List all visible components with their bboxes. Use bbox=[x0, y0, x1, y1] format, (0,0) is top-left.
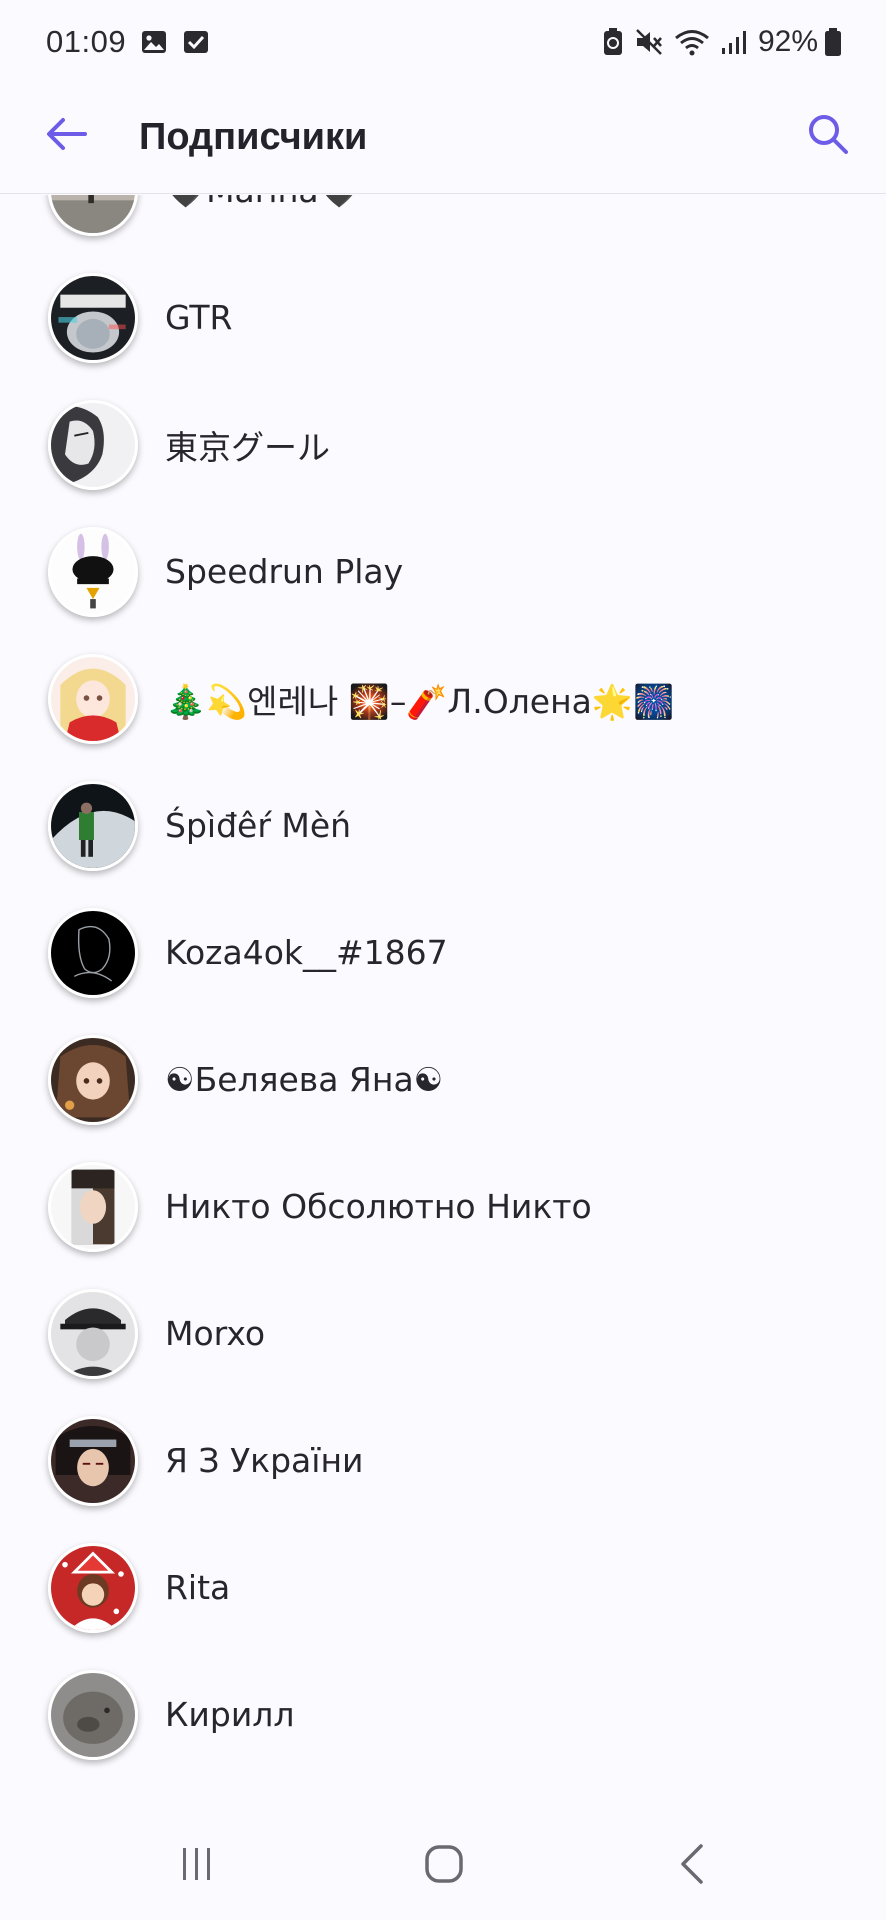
checkbox-icon bbox=[182, 28, 210, 56]
list-item[interactable]: ☯Беляева Яна☯ bbox=[0, 1016, 886, 1143]
subscriber-name: Кирилл bbox=[165, 1695, 295, 1734]
list-item[interactable]: Я З України bbox=[0, 1397, 886, 1524]
battery-icon bbox=[824, 27, 842, 57]
list-item[interactable]: 🎄💫엔레나 🎇–🧨Л.Олена🌟🎆 bbox=[0, 635, 886, 762]
recents-icon bbox=[183, 1848, 210, 1880]
subscriber-name: 東京グール bbox=[165, 427, 330, 467]
back-icon bbox=[681, 1844, 703, 1884]
back-button[interactable] bbox=[38, 106, 94, 162]
system-back-button[interactable] bbox=[663, 1834, 723, 1894]
status-left: 01:09 bbox=[46, 24, 210, 60]
subscriber-name: 🖤Marina🖤 bbox=[165, 195, 360, 211]
app-bar: Подписчики bbox=[0, 84, 886, 194]
mute-icon bbox=[634, 27, 664, 57]
list-item[interactable]: 東京グール bbox=[0, 381, 886, 508]
avatar[interactable] bbox=[48, 780, 138, 871]
signal-icon bbox=[720, 28, 748, 56]
subscriber-name: Speedrun Play bbox=[165, 552, 404, 591]
list-item[interactable]: Никто Обсолютно Никто bbox=[0, 1143, 886, 1270]
subscriber-name: ☯Беляева Яна☯ bbox=[165, 1060, 444, 1099]
status-right: 92% bbox=[602, 25, 842, 59]
list-item[interactable]: Rita bbox=[0, 1524, 886, 1651]
subscriber-name: 🎄💫엔레나 🎇–🧨Л.Олена🌟🎆 bbox=[165, 681, 675, 721]
list-item[interactable]: Speedrun Play bbox=[0, 508, 886, 635]
subscriber-name: Никто Обсолютно Никто bbox=[165, 1187, 592, 1226]
subscriber-list-viewport[interactable]: 🖤Marina🖤 GTR bbox=[0, 195, 886, 1795]
list-item[interactable]: Morxo bbox=[0, 1270, 886, 1397]
recents-button[interactable] bbox=[167, 1834, 227, 1894]
subscriber-name: Rita bbox=[165, 1568, 231, 1607]
avatar[interactable] bbox=[48, 1415, 138, 1506]
avatar[interactable] bbox=[48, 653, 138, 744]
subscriber-name: Śpìđêŕ Mèń bbox=[165, 806, 352, 845]
avatar[interactable] bbox=[48, 1288, 138, 1379]
home-icon bbox=[425, 1845, 463, 1883]
battery-percent: 92% bbox=[757, 25, 818, 58]
avatar[interactable] bbox=[48, 526, 138, 617]
search-button[interactable] bbox=[800, 106, 856, 162]
subscriber-name: Morxo bbox=[165, 1314, 266, 1353]
gallery-icon bbox=[140, 28, 168, 56]
subscriber-list: 🖤Marina🖤 GTR bbox=[0, 195, 886, 1778]
arrow-left-icon bbox=[47, 118, 87, 150]
search-icon bbox=[809, 115, 848, 154]
subscriber-name: GTR bbox=[165, 298, 233, 337]
avatar[interactable] bbox=[48, 1669, 138, 1760]
list-item[interactable]: Koza4ok__#1867 bbox=[0, 889, 886, 1016]
battery-saver-icon bbox=[602, 27, 624, 57]
page-title: Подписчики bbox=[139, 116, 368, 158]
status-bar: 01:09 92% bbox=[0, 0, 886, 84]
avatar[interactable] bbox=[48, 272, 138, 363]
system-nav-bar bbox=[0, 1800, 886, 1920]
avatar[interactable] bbox=[48, 195, 138, 236]
subscriber-name: Я З України bbox=[165, 1441, 364, 1480]
home-button[interactable] bbox=[414, 1834, 474, 1894]
avatar[interactable] bbox=[48, 399, 138, 490]
status-time: 01:09 bbox=[46, 24, 127, 59]
wifi-icon bbox=[674, 27, 710, 57]
subscriber-name: Koza4ok__#1867 bbox=[165, 933, 448, 972]
list-item[interactable]: 🖤Marina🖤 bbox=[0, 195, 886, 254]
list-item[interactable]: GTR bbox=[0, 254, 886, 381]
avatar[interactable] bbox=[48, 1161, 138, 1252]
avatar[interactable] bbox=[48, 1034, 138, 1125]
list-item[interactable]: Кирилл bbox=[0, 1651, 886, 1778]
avatar[interactable] bbox=[48, 907, 138, 998]
avatar[interactable] bbox=[48, 1542, 138, 1633]
list-item[interactable]: Śpìđêŕ Mèń bbox=[0, 762, 886, 889]
